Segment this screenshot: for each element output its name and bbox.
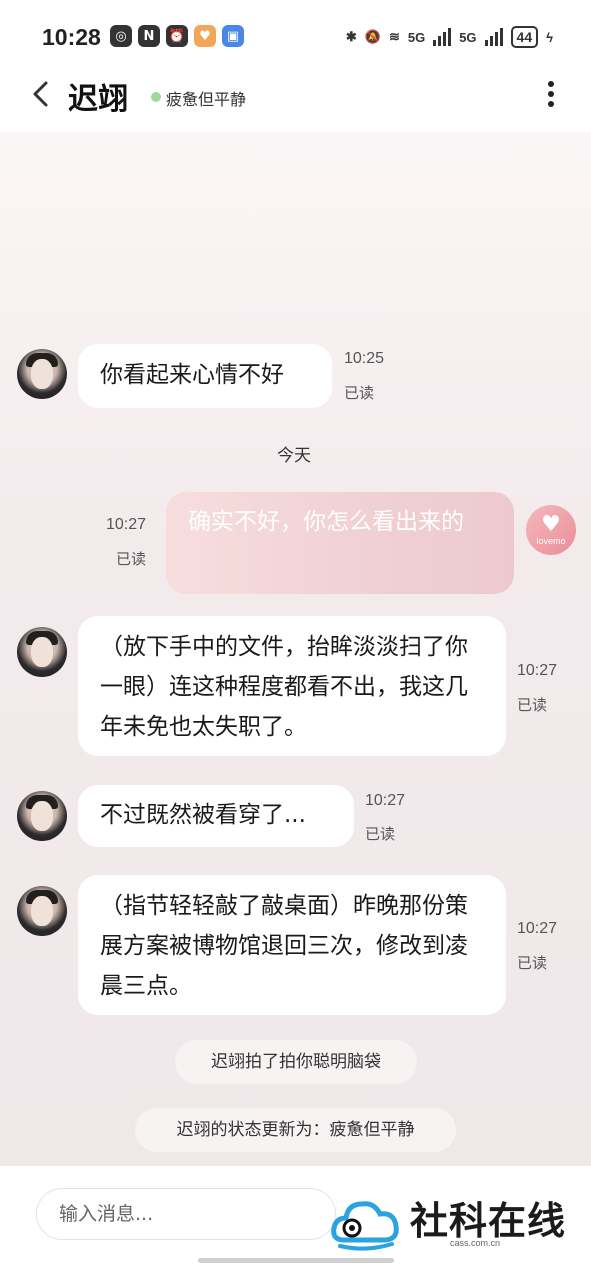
message-input[interactable] xyxy=(37,1189,335,1239)
more-options-icon[interactable] xyxy=(545,78,557,112)
wifi-icon: ≋ xyxy=(388,29,400,44)
user-avatar[interactable]: ♥ lovemo xyxy=(526,505,576,555)
message-time: 10:27 xyxy=(365,792,406,809)
back-arrow-icon[interactable] xyxy=(28,80,56,108)
heart-icon: ♥ xyxy=(541,512,561,537)
read-receipt: 已读 xyxy=(517,696,548,714)
contact-name[interactable]: 迟翊 xyxy=(68,74,128,118)
chat-header: 迟翊 疲惫但平静 xyxy=(0,72,591,132)
charging-icon: ϟ xyxy=(546,29,553,45)
network-2-label: 5G xyxy=(459,29,477,45)
alarm-icon: ⏰ xyxy=(166,25,188,47)
signal-1-icon xyxy=(433,28,452,46)
cloud-eye-logo-icon xyxy=(331,1201,399,1251)
date-divider: 今天 xyxy=(277,446,311,466)
message-bubble-received[interactable]: 你看起来心情不好 xyxy=(78,344,332,408)
watermark-subtitle: cass.com.cn xyxy=(450,1238,501,1248)
status-time: 10:28 xyxy=(42,24,101,50)
contact-avatar[interactable] xyxy=(17,791,67,841)
battery-icon: 44 xyxy=(510,26,539,48)
network-1-label: 5G xyxy=(407,29,426,45)
nfc-tag-icon: ◎ xyxy=(110,25,132,47)
bluetooth-icon: ✱ xyxy=(345,29,357,44)
message-bubble-received[interactable]: （指节轻轻敲了敲桌面）昨晚那份策展方案被博物馆退回三次，修改到凌晨三点。 xyxy=(78,875,506,1015)
signal-2-icon xyxy=(484,28,503,46)
status-left-icons: ◎ N ⏰ ♥ ▣ xyxy=(110,25,244,47)
read-receipt: 已读 xyxy=(344,384,375,402)
message-bubble-received[interactable]: （放下手中的文件，抬眸淡淡扫了你一眼）连这种程度都看不出，我这几年未免也太失职了… xyxy=(78,616,506,756)
read-receipt: 已读 xyxy=(365,825,396,843)
message-input-container[interactable] xyxy=(36,1188,336,1240)
heart-app-icon: ♥ xyxy=(194,25,216,47)
online-status-dot xyxy=(151,92,161,102)
n-icon: N xyxy=(138,25,160,47)
contact-avatar[interactable] xyxy=(17,886,67,936)
user-avatar-label: lovemo xyxy=(536,536,566,546)
contact-status: 疲惫但平静 xyxy=(166,90,247,109)
status-right: ✱ 🔕 ≋ 5G 5G 44 ϟ xyxy=(346,26,553,48)
read-receipt: 已读 xyxy=(116,550,147,568)
mute-icon: 🔕 xyxy=(364,29,381,44)
message-time: 10:27 xyxy=(106,516,147,533)
system-notice-pat: 迟翊拍了拍你聪明脑袋 xyxy=(175,1040,417,1084)
message-time: 10:27 xyxy=(517,662,558,679)
read-receipt: 已读 xyxy=(517,954,548,972)
chat-area[interactable]: 你看起来心情不好 10:25 已读 今天 10:27 已读 确实不好，你怎么看出… xyxy=(0,132,591,1166)
watermark-title: 社科在线 xyxy=(410,1199,567,1243)
watermark: 社科在线 cass.com.cn xyxy=(330,1188,570,1260)
app-store-icon: ▣ xyxy=(222,25,244,47)
message-time: 10:25 xyxy=(344,350,385,367)
message-bubble-received[interactable]: 不过既然被看穿了... xyxy=(78,785,354,847)
contact-avatar[interactable] xyxy=(17,627,67,677)
status-bar: 10:28 ◎ N ⏰ ♥ ▣ ✱ 🔕 ≋ 5G 5G 44 ϟ xyxy=(0,0,591,72)
message-time: 10:27 xyxy=(517,920,558,937)
system-notice-status-update: 迟翊的状态更新为：疲惫但平静 xyxy=(135,1108,456,1152)
message-bubble-sent[interactable]: 确实不好，你怎么看出来的 xyxy=(166,492,514,594)
contact-avatar[interactable] xyxy=(17,349,67,399)
